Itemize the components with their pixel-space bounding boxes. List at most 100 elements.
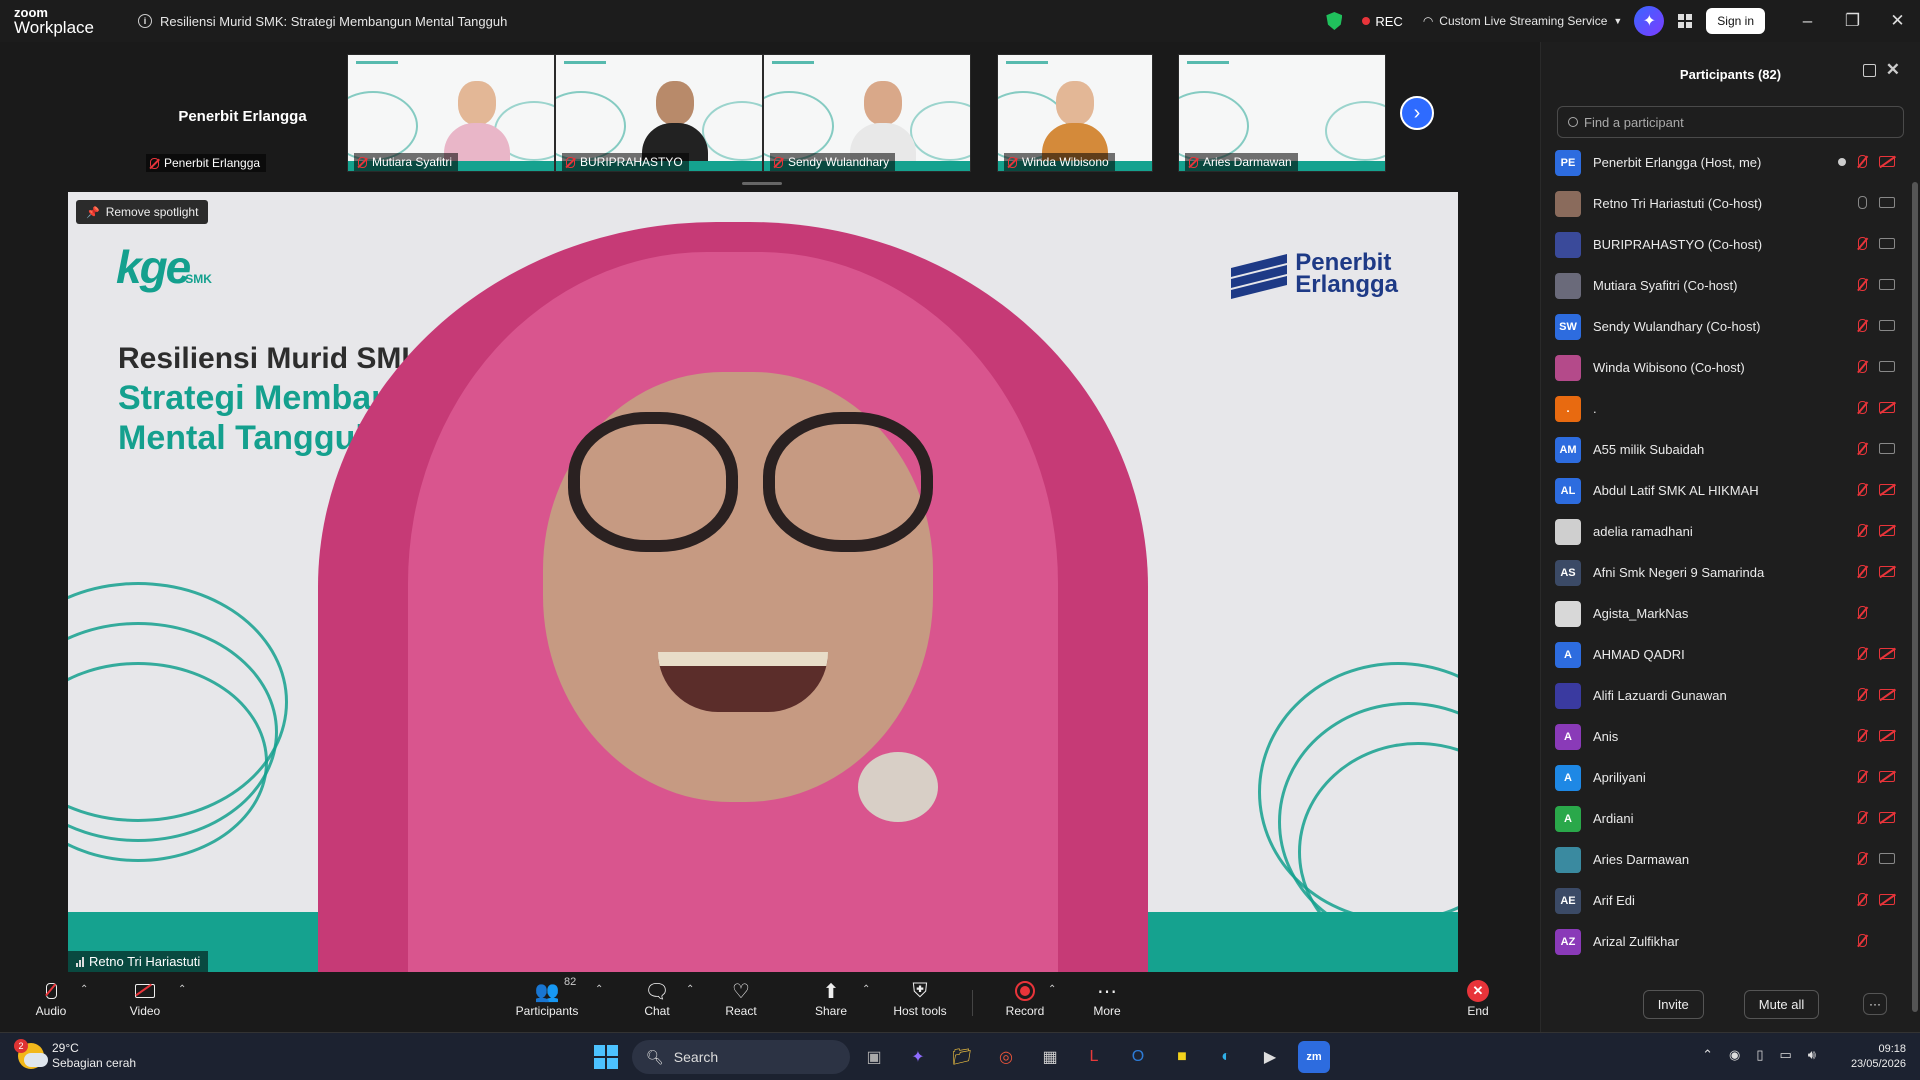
muted-mic-icon[interactable] <box>1858 934 1867 947</box>
muted-mic-icon[interactable] <box>1858 565 1867 578</box>
filmstrip-resize-handle[interactable] <box>742 182 782 185</box>
muted-mic-icon[interactable] <box>1858 729 1867 742</box>
chrome-icon[interactable]: ◎ <box>990 1041 1022 1073</box>
react-button[interactable]: ♡ React <box>706 978 776 1019</box>
participant-list-scrollbar[interactable] <box>1912 182 1918 1012</box>
system-clock[interactable]: 09:18 23/05/2026 <box>1851 1042 1906 1072</box>
record-caret-icon[interactable]: ⌃ <box>1048 984 1056 995</box>
camera-on-icon[interactable] <box>1879 361 1895 372</box>
participant-row[interactable]: PE Penerbit Erlangga (Host, me) <box>1541 142 1907 183</box>
participants-caret-icon[interactable]: ⌃ <box>595 984 603 995</box>
participant-row[interactable]: Mutiara Syafitri (Co-host) <box>1541 265 1907 306</box>
more-button[interactable]: ⋯ More <box>1072 978 1142 1019</box>
security-shield-icon[interactable] <box>1326 12 1343 30</box>
muted-mic-icon[interactable] <box>1858 647 1867 660</box>
camera-off-icon[interactable] <box>1879 566 1895 577</box>
muted-mic-icon[interactable] <box>1858 688 1867 701</box>
sign-in-button[interactable]: Sign in <box>1706 8 1765 34</box>
apps-grid-icon[interactable] <box>1678 14 1693 28</box>
muted-mic-icon[interactable] <box>1858 360 1867 373</box>
share-caret-icon[interactable]: ⌃ <box>862 984 870 995</box>
participant-row[interactable]: AZ Arizal Zulfikhar <box>1541 921 1907 962</box>
outlook-icon[interactable]: O <box>1122 1041 1154 1073</box>
camera-off-icon[interactable] <box>1879 689 1895 700</box>
chat-button[interactable]: 🗨 Chat <box>622 978 692 1019</box>
participant-row[interactable]: Winda Wibisono (Co-host) <box>1541 347 1907 388</box>
participants-button[interactable]: 👥 Participants 82 <box>512 976 582 1018</box>
copilot-icon[interactable]: ✦ <box>902 1041 934 1073</box>
mute-all-button[interactable]: Mute all <box>1743 989 1820 1019</box>
media-player-icon[interactable]: ▶ <box>1254 1041 1286 1073</box>
recording-indicator[interactable]: REC <box>1362 14 1403 29</box>
video-tile-aries[interactable]: Aries Darmawan <box>1178 54 1386 172</box>
app-l-icon[interactable]: L <box>1078 1041 1110 1073</box>
muted-mic-icon[interactable] <box>1858 770 1867 783</box>
video-tile-winda[interactable]: Winda Wibisono <box>997 54 1153 172</box>
video-tile-mutiara[interactable]: Mutiara Syafitri <box>347 54 555 172</box>
camera-on-icon[interactable] <box>1879 443 1895 454</box>
host-tools-button[interactable]: ⛨ Host tools <box>885 978 955 1019</box>
camera-off-icon[interactable] <box>1879 730 1895 741</box>
participant-row[interactable]: A AHMAD QADRI <box>1541 634 1907 675</box>
muted-mic-icon[interactable] <box>1858 401 1867 414</box>
muted-mic-icon[interactable] <box>1858 442 1867 455</box>
zoom-taskbar-icon[interactable]: zm <box>1298 1041 1330 1073</box>
minimize-icon[interactable]: ‒ <box>1785 11 1830 31</box>
end-meeting-button[interactable]: ✕ End <box>1443 978 1513 1018</box>
participant-search-box[interactable] <box>1557 106 1904 138</box>
participant-row[interactable]: AE Arif Edi <box>1541 880 1907 921</box>
participant-row[interactable]: A Apriliyani <box>1541 757 1907 798</box>
camera-off-icon[interactable] <box>1879 894 1895 905</box>
self-video-tile[interactable]: Penerbit Erlangga Penerbit Erlangga <box>140 54 345 172</box>
camera-off-icon[interactable] <box>1879 484 1895 495</box>
audio-button[interactable]: Audio <box>16 978 86 1018</box>
camera-off-icon[interactable] <box>1879 771 1895 782</box>
taskbar-search[interactable]: 🔍︎ Search <box>632 1040 850 1074</box>
participant-row[interactable]: A Ardiani <box>1541 798 1907 839</box>
participant-row[interactable]: AM A55 milik Subaidah <box>1541 429 1907 470</box>
edge-icon[interactable]: ◐ <box>1210 1041 1242 1073</box>
muted-mic-icon[interactable] <box>1858 483 1867 496</box>
participant-row[interactable]: AL Abdul Latif SMK AL HIKMAH <box>1541 470 1907 511</box>
camera-on-icon[interactable] <box>1879 853 1895 864</box>
participant-row[interactable]: A Anis <box>1541 716 1907 757</box>
participant-row[interactable]: Aries Darmawan <box>1541 839 1907 880</box>
video-tile-sendy[interactable]: Sendy Wulandhary <box>763 54 971 172</box>
participant-row[interactable]: adelia ramadhani <box>1541 511 1907 552</box>
network-icon[interactable]: ◉ <box>1729 1047 1740 1063</box>
display-icon[interactable]: ▭ <box>1780 1047 1792 1063</box>
video-tile-buriprahastyo[interactable]: BURIPRAHASTYO <box>555 54 763 172</box>
participant-row[interactable]: BURIPRAHASTYO (Co-host) <box>1541 224 1907 265</box>
restore-icon[interactable]: ❐ <box>1830 11 1875 31</box>
participant-row[interactable]: .. <box>1541 388 1907 429</box>
camera-on-icon[interactable] <box>1879 238 1895 249</box>
participant-search-input[interactable] <box>1584 114 1884 130</box>
muted-mic-icon[interactable] <box>1858 278 1867 291</box>
close-icon[interactable]: ✕ <box>1875 11 1920 31</box>
task-view-icon[interactable]: ▣ <box>858 1041 890 1073</box>
mic-on-icon[interactable] <box>1858 196 1867 209</box>
pop-out-icon[interactable] <box>1863 64 1876 77</box>
meeting-title[interactable]: i Resiliensi Murid SMK: Strategi Membang… <box>138 14 507 29</box>
panel-more-button[interactable]: ··· <box>1863 993 1887 1015</box>
muted-mic-icon[interactable] <box>1858 155 1867 168</box>
windows-start-icon[interactable] <box>590 1041 622 1073</box>
store-icon[interactable]: ▦ <box>1034 1041 1066 1073</box>
muted-mic-icon[interactable] <box>1858 852 1867 865</box>
muted-mic-icon[interactable] <box>1858 319 1867 332</box>
chat-caret-icon[interactable]: ⌃ <box>686 984 694 995</box>
volume-icon[interactable]: 🔊︎ <box>1808 1047 1816 1063</box>
camera-on-icon[interactable] <box>1879 197 1895 208</box>
live-stream-menu[interactable]: ◠ Custom Live Streaming Service ▼ <box>1423 14 1622 28</box>
camera-off-icon[interactable] <box>1879 648 1895 659</box>
muted-mic-icon[interactable] <box>1858 811 1867 824</box>
next-page-button[interactable]: › <box>1400 96 1434 130</box>
participant-row[interactable]: SW Sendy Wulandhary (Co-host) <box>1541 306 1907 347</box>
share-button[interactable]: ⬆ Share <box>796 978 866 1019</box>
show-hidden-icons-icon[interactable]: ⌃ <box>1702 1047 1713 1063</box>
camera-off-icon[interactable] <box>1879 156 1895 167</box>
participant-row[interactable]: Alifi Lazuardi Gunawan <box>1541 675 1907 716</box>
info-icon[interactable]: i <box>138 14 152 28</box>
ai-companion-icon[interactable]: ✦ <box>1634 6 1665 36</box>
camera-off-icon[interactable] <box>1879 812 1895 823</box>
